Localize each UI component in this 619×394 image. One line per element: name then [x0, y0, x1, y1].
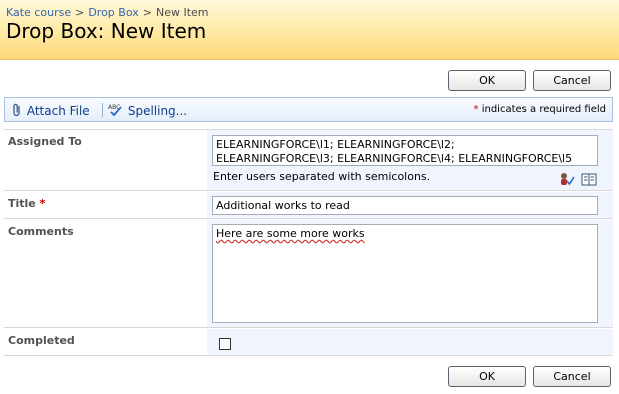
title-label-cell: Title * [4, 192, 207, 218]
paperclip-icon [13, 103, 20, 117]
title-field-cell: Additional works to read [207, 192, 613, 218]
spellcheck-icon: ABC [108, 104, 122, 117]
attach-file-label: Attach File [26, 104, 90, 118]
assigned-to-label-cell: Assigned To [4, 130, 207, 190]
required-star: * [473, 104, 479, 115]
attach-file-button[interactable]: Attach File [11, 103, 90, 119]
title-label-text: Title [8, 197, 36, 210]
assigned-to-line1: ELEARNINGFORCE\l1; ELEARNINGFORCE\l2; [216, 138, 455, 151]
cancel-button-bottom[interactable]: Cancel [533, 366, 611, 387]
comments-textarea[interactable]: Here are some more works [212, 224, 598, 323]
assigned-to-row: Assigned To ELEARNINGFORCE\l1; ELEARNING… [4, 129, 613, 191]
toolbar-separator [102, 103, 103, 117]
breadcrumb-separator: > [75, 6, 85, 19]
assigned-to-field-cell: ELEARNINGFORCE\l1; ELEARNINGFORCE\l2; EL… [207, 130, 613, 190]
breadcrumb-item-dropbox[interactable]: Drop Box [88, 6, 138, 19]
ok-button-top[interactable]: OK [448, 70, 526, 91]
breadcrumb-item-current: New Item [155, 6, 209, 19]
completed-label: Completed [8, 334, 75, 347]
ok-button-bottom[interactable]: OK [448, 366, 526, 387]
assigned-to-input[interactable]: ELEARNINGFORCE\l1; ELEARNINGFORCE\l2; EL… [212, 135, 598, 166]
completed-field-cell [207, 329, 613, 355]
completed-checkbox[interactable] [219, 338, 231, 350]
required-field-note: * indicates a required field [474, 104, 606, 115]
comments-field-cell: Here are some more works [207, 220, 613, 327]
breadcrumb: Kate course > Drop Box > New Item [6, 6, 209, 20]
form-toolbar: Attach File ABC Spelling... * indicates … [4, 97, 613, 122]
title-row: Title * Additional works to read [4, 192, 613, 219]
page-title: Drop Box: New Item [6, 19, 207, 43]
assigned-to-line2: ELEARNINGFORCE\l3; ELEARNINGFORCE\l4; EL… [216, 152, 573, 165]
spelling-button[interactable]: ABC Spelling... [108, 103, 187, 119]
assigned-to-hint: Enter users separated with semicolons. [213, 170, 431, 183]
title-label: Title * [8, 197, 45, 210]
comments-label-cell: Comments [4, 220, 207, 327]
breadcrumb-separator: > [142, 6, 152, 19]
comments-value: Here are some more works [216, 227, 365, 240]
title-required-star: * [39, 197, 46, 210]
completed-label-cell: Completed [4, 329, 207, 355]
cancel-button-top[interactable]: Cancel [533, 70, 611, 91]
completed-row: Completed [4, 329, 613, 356]
title-input[interactable]: Additional works to read [212, 196, 598, 215]
required-note-text: indicates a required field [481, 104, 606, 115]
page-header: Kate course > Drop Box > New Item Drop Box: … [0, 0, 619, 60]
breadcrumb-item-course[interactable]: Kate course [6, 6, 71, 19]
assigned-to-label: Assigned To [8, 135, 82, 148]
spelling-label: Spelling... [127, 104, 188, 118]
comments-label: Comments [8, 225, 74, 238]
comments-row: Comments Here are some more works [4, 220, 613, 328]
browse-address-book-icon[interactable] [581, 172, 597, 186]
check-names-icon[interactable] [559, 172, 575, 186]
